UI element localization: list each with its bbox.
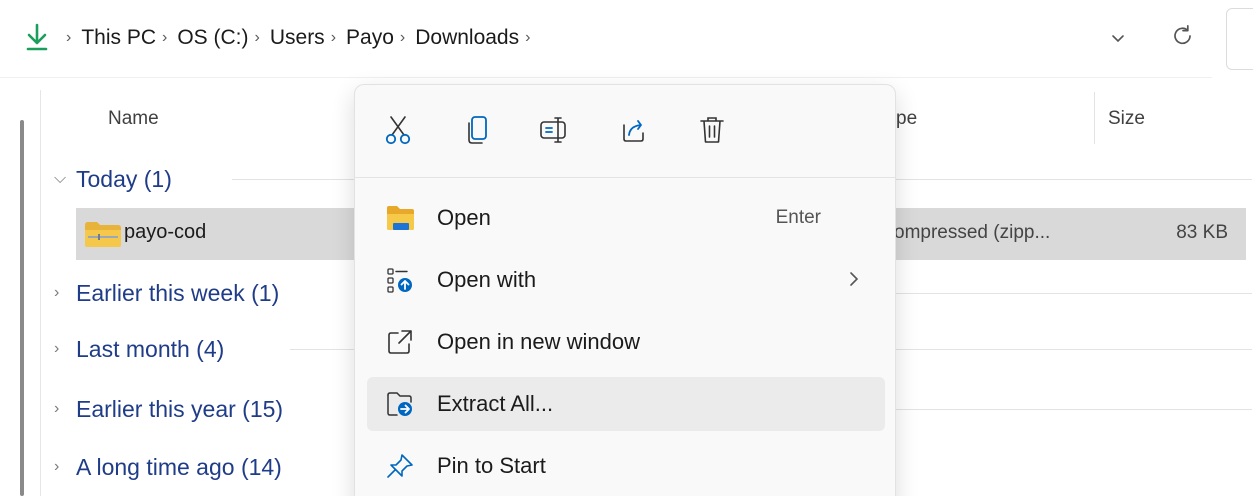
scissors-icon[interactable] xyxy=(383,113,413,147)
new-window-icon xyxy=(388,330,412,354)
menu-item-label: Open in new window xyxy=(437,329,641,354)
chevron-right-icon: › xyxy=(54,400,60,417)
column-header-size[interactable]: Size xyxy=(1108,106,1145,132)
group-label: Earlier this week (1) xyxy=(76,279,280,306)
folder-icon xyxy=(387,206,414,230)
chevron-right-icon xyxy=(850,272,859,286)
chevron-right-icon[interactable]: › xyxy=(249,24,270,52)
menu-separator xyxy=(355,177,895,178)
chevron-down-icon: ⌵ xyxy=(54,170,67,187)
copy-icon[interactable] xyxy=(463,113,493,147)
menu-item-open-in-new-window[interactable]: Open in new window xyxy=(367,315,885,369)
chevron-right-icon: › xyxy=(54,458,60,475)
chevron-right-icon: › xyxy=(54,340,60,357)
group-earlier-this-week[interactable]: › Earlier this week (1) xyxy=(54,276,279,310)
group-a-long-time-ago[interactable]: › A long time ago (14) xyxy=(54,450,282,484)
navigation-pane-scrollbar[interactable] xyxy=(20,120,24,496)
chevron-right-icon[interactable]: › xyxy=(156,24,177,52)
trash-icon[interactable] xyxy=(697,113,727,147)
menu-item-extract-all[interactable]: Extract All... xyxy=(367,377,885,431)
group-today[interactable]: ⌵ Today (1) xyxy=(54,162,172,196)
refresh-icon[interactable] xyxy=(1170,22,1196,50)
chevron-down-icon[interactable] xyxy=(1108,28,1128,48)
open-with-icon xyxy=(387,268,412,293)
group-label: Today (1) xyxy=(76,165,172,192)
breadcrumb-users[interactable]: Users xyxy=(270,24,325,52)
menu-item-open[interactable]: Open Enter xyxy=(367,191,885,245)
context-menu: Open Enter Open with Open in new window xyxy=(354,84,896,496)
menu-item-shortcut: Enter xyxy=(775,207,821,228)
rename-icon[interactable] xyxy=(539,113,569,147)
download-arrow-icon xyxy=(26,23,48,51)
chevron-right-icon[interactable]: › xyxy=(519,24,540,52)
menu-item-label: Open with xyxy=(437,267,537,292)
chevron-right-icon: › xyxy=(54,284,60,301)
column-header-type[interactable]: pe xyxy=(896,106,917,132)
extract-icon xyxy=(387,392,412,416)
address-bar[interactable]: › This PC › OS (C:) › Users › Payo › Dow… xyxy=(0,0,1212,78)
menu-item-label: Extract All... xyxy=(437,391,554,416)
share-icon[interactable] xyxy=(619,113,649,147)
breadcrumb-payo[interactable]: Payo xyxy=(346,24,394,52)
file-size: 83 KB xyxy=(1176,222,1228,243)
chevron-right-icon[interactable]: › xyxy=(325,24,346,52)
menu-item-label: Open xyxy=(437,205,491,230)
zip-folder-icon xyxy=(85,222,121,247)
search-box[interactable] xyxy=(1226,8,1253,70)
file-type: ompressed (zipp... xyxy=(894,222,1051,243)
breadcrumb: › This PC › OS (C:) › Users › Payo › Dow… xyxy=(60,24,540,52)
group-label: A long time ago (14) xyxy=(76,453,282,480)
column-separator[interactable] xyxy=(1094,92,1095,144)
pin-icon xyxy=(387,454,413,478)
menu-item-open-with[interactable]: Open with xyxy=(367,253,885,307)
breadcrumb-this-pc[interactable]: This PC xyxy=(81,24,156,52)
breadcrumb-downloads[interactable]: Downloads xyxy=(415,24,519,52)
chevron-right-icon[interactable]: › xyxy=(394,24,415,52)
column-header-name[interactable]: Name xyxy=(108,106,159,132)
group-label: Last month (4) xyxy=(76,335,225,362)
context-menu-toolbar xyxy=(355,85,895,171)
group-label: Earlier this year (15) xyxy=(76,395,284,422)
breadcrumb-os-c[interactable]: OS (C:) xyxy=(177,24,248,52)
menu-item-label: Pin to Start xyxy=(437,453,546,478)
group-last-month[interactable]: › Last month (4) xyxy=(54,332,224,366)
menu-item-pin-to-start[interactable]: Pin to Start xyxy=(367,439,885,493)
pane-divider[interactable] xyxy=(40,90,41,496)
chevron-right-icon[interactable]: › xyxy=(60,24,81,52)
group-earlier-this-year[interactable]: › Earlier this year (15) xyxy=(54,392,283,426)
file-name: payo-cod xyxy=(124,221,207,243)
